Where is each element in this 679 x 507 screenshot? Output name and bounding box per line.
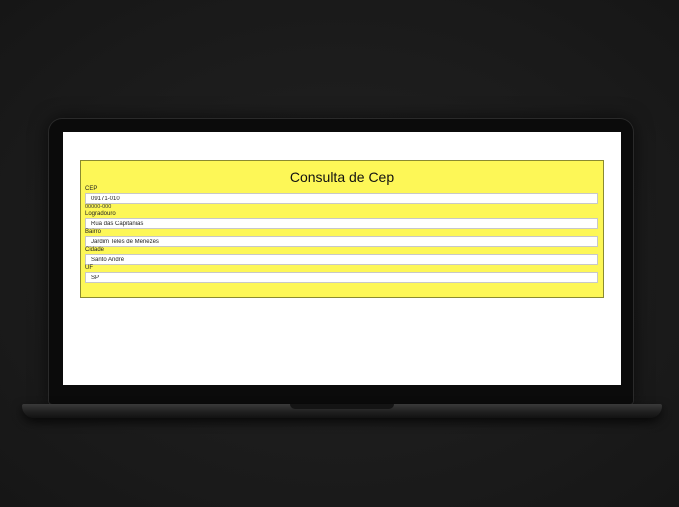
laptop-base bbox=[22, 404, 662, 418]
laptop-base-notch bbox=[290, 404, 394, 409]
cep-label: CEP bbox=[85, 186, 98, 192]
bairro-input[interactable] bbox=[85, 236, 598, 247]
laptop-screen: Consulta de Cep CEP 00000-000 Logradouro… bbox=[63, 132, 621, 385]
bairro-label: Bairro bbox=[85, 229, 102, 235]
cidade-input[interactable] bbox=[85, 254, 598, 265]
cep-form-card: Consulta de Cep CEP 00000-000 Logradouro… bbox=[80, 160, 604, 298]
cep-input[interactable] bbox=[85, 193, 598, 204]
page-title: Consulta de Cep bbox=[289, 169, 395, 185]
logradouro-input[interactable] bbox=[85, 218, 598, 229]
device-mockup: Consulta de Cep CEP 00000-000 Logradouro… bbox=[0, 0, 679, 507]
logradouro-label: Logradouro bbox=[85, 211, 116, 217]
cep-format-hint: 00000-000 bbox=[85, 204, 112, 210]
uf-input[interactable] bbox=[85, 272, 598, 283]
uf-label: UF bbox=[85, 265, 93, 271]
cidade-label: Cidade bbox=[85, 247, 105, 253]
